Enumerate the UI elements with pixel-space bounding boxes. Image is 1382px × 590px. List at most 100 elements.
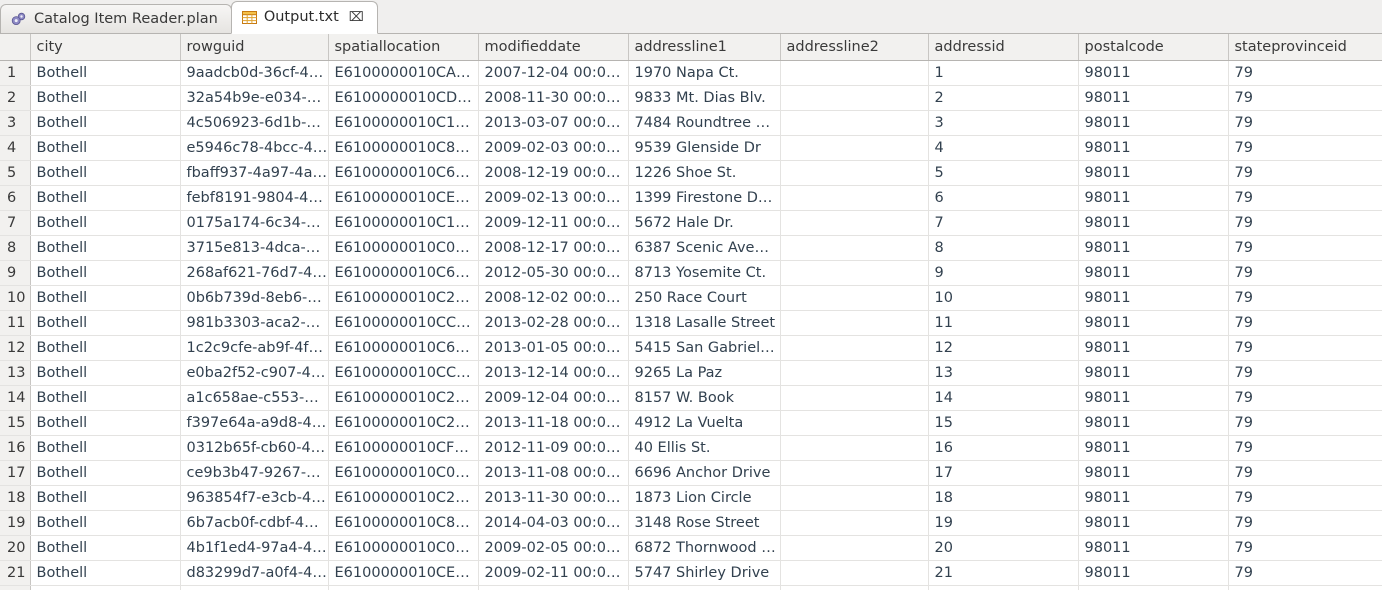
cell-rowguid[interactable]: fbaff937-4a97-4a… (180, 160, 328, 185)
cell-addressline2[interactable] (780, 285, 928, 310)
cell-stateprovinceid[interactable]: 79 (1228, 160, 1382, 185)
cell-postalcode[interactable]: 98011 (1078, 535, 1228, 560)
cell-spatiallocation[interactable]: E6100000010C03… (328, 535, 478, 560)
cell-city[interactable]: Bothell (30, 535, 180, 560)
cell-spatiallocation[interactable]: E6100000010C81… (328, 510, 478, 535)
table-row[interactable]: 12Bothell1c2c9cfe-ab9f-4f…E6100000010C6…… (0, 335, 1382, 360)
cell-addressline1[interactable]: 5672 Hale Dr. (628, 210, 780, 235)
cell-addressid[interactable]: 1 (928, 60, 1078, 85)
table-row[interactable]: 10Bothell0b6b739d-8eb6-4…E6100000010C21…… (0, 285, 1382, 310)
cell-postalcode[interactable]: 98011 (1078, 310, 1228, 335)
row-number-cell[interactable]: 4 (0, 135, 30, 160)
cell-city[interactable]: Bothell (30, 85, 180, 110)
cell-addressline1[interactable]: 1318 Lasalle Street (628, 310, 780, 335)
cell-spatiallocation[interactable]: E6100000010CE0… (328, 185, 478, 210)
cell-addressline2[interactable] (780, 60, 928, 85)
table-row[interactable]: 11Bothell981b3303-aca2-4…E6100000010CC…2… (0, 310, 1382, 335)
cell-city[interactable]: Bothell (30, 110, 180, 135)
cell-addressline2[interactable] (780, 260, 928, 285)
cell-addressline1[interactable]: 1970 Napa Ct. (628, 60, 780, 85)
table-row[interactable]: 14Bothella1c658ae-c553-4…E6100000010C21…… (0, 385, 1382, 410)
cell-spatiallocation[interactable]: E6100000010CF7… (328, 435, 478, 460)
column-header-addressline1[interactable]: addressline1 (628, 34, 780, 60)
cell-city[interactable]: Bothell (30, 485, 180, 510)
cell-addressid[interactable]: 6 (928, 185, 1078, 210)
cell-addressline1[interactable]: 8157 W. Book (628, 385, 780, 410)
cell-city[interactable]: Bothell (30, 410, 180, 435)
cell-spatiallocation[interactable]: E6100000010C03… (328, 460, 478, 485)
tab-catalog-item-reader-plan[interactable]: Catalog Item Reader.plan (0, 4, 232, 33)
cell-addressline1[interactable]: 40 Ellis St. (628, 435, 780, 460)
table-row[interactable]: 5Bothellfbaff937-4a97-4a…E6100000010C61…… (0, 160, 1382, 185)
cell-rowguid[interactable]: 6b7acb0f-cdbf-44… (180, 510, 328, 535)
cell-addressline1[interactable]: 6872 Thornwood … (628, 535, 780, 560)
cell-modifieddate[interactable]: 2013-12-14 00:0… (478, 360, 628, 385)
cell-rowguid[interactable]: 1c2c9cfe-ab9f-4f… (180, 335, 328, 360)
table-row[interactable]: 15Bothellf397e64a-a9d8-4…E6100000010C21…… (0, 410, 1382, 435)
cell-postalcode[interactable]: 98011 (1078, 285, 1228, 310)
row-number-cell[interactable]: 19 (0, 510, 30, 535)
cell-spatiallocation[interactable]: E6100000010C18… (328, 210, 478, 235)
cell-city[interactable]: Bothell (30, 460, 180, 485)
cell-stateprovinceid[interactable]: 79 (1228, 360, 1382, 385)
row-number-cell[interactable]: 11 (0, 310, 30, 335)
cell-stateprovinceid[interactable]: 79 (1228, 85, 1382, 110)
cell-postalcode[interactable]: 98011 (1078, 260, 1228, 285)
cell-addressline2[interactable] (780, 210, 928, 235)
cell-addressid[interactable]: 12 (928, 335, 1078, 360)
cell-postalcode[interactable]: 98011 (1078, 185, 1228, 210)
cell-addressline1[interactable]: 5415 San Gabriel… (628, 335, 780, 360)
cell-modifieddate[interactable]: 2009-02-13 00:0… (478, 185, 628, 210)
cell-stateprovinceid[interactable]: 79 (1228, 385, 1382, 410)
cell-city[interactable]: Bothell (30, 335, 180, 360)
cell-addressid[interactable]: 11 (928, 310, 1078, 335)
column-header-rowguid[interactable]: rowguid (180, 34, 328, 60)
cell-addressline2[interactable] (780, 485, 928, 510)
cell-addressline2[interactable] (780, 435, 928, 460)
cell-modifieddate[interactable]: 2012-11-09 00:0… (478, 435, 628, 460)
table-row[interactable]: 1Bothell9aadcb0d-36cf-4…E6100000010CA…20… (0, 60, 1382, 85)
cell-city[interactable]: Bothell (30, 560, 180, 585)
table-row[interactable]: 16Bothell0312b65f-cb60-4…E6100000010CF7…… (0, 435, 1382, 460)
column-header-city[interactable]: city (30, 34, 180, 60)
cell-addressid[interactable]: 9 (928, 260, 1078, 285)
cell-postalcode[interactable]: 98011 (1078, 110, 1228, 135)
cell-rowguid[interactable] (180, 585, 328, 590)
cell-addressline2[interactable] (780, 585, 928, 590)
cell-rowguid[interactable]: 0312b65f-cb60-4… (180, 435, 328, 460)
cell-rowguid[interactable]: e0ba2f52-c907-4… (180, 360, 328, 385)
cell-addressid[interactable]: 19 (928, 510, 1078, 535)
cell-rowguid[interactable]: a1c658ae-c553-4… (180, 385, 328, 410)
cell-stateprovinceid[interactable]: 79 (1228, 110, 1382, 135)
cell-addressid[interactable]: 20 (928, 535, 1078, 560)
cell-rowguid[interactable]: 9aadcb0d-36cf-4… (180, 60, 328, 85)
cell-postalcode[interactable]: 98011 (1078, 360, 1228, 385)
cell-city[interactable]: Bothell (30, 260, 180, 285)
row-number-cell[interactable]: 9 (0, 260, 30, 285)
cell-modifieddate[interactable]: 2013-03-07 00:0… (478, 110, 628, 135)
cell-addressline2[interactable] (780, 235, 928, 260)
cell-postalcode[interactable]: 98011 (1078, 160, 1228, 185)
cell-addressid[interactable]: 14 (928, 385, 1078, 410)
cell-addressline1[interactable]: 9539 Glenside Dr (628, 135, 780, 160)
cell-stateprovinceid[interactable]: 79 (1228, 335, 1382, 360)
cell-modifieddate[interactable]: 2014-04-03 00:0… (478, 510, 628, 535)
cell-modifieddate[interactable]: 2008-12-02 00:0… (478, 285, 628, 310)
cell-stateprovinceid[interactable]: 79 (1228, 285, 1382, 310)
cell-addressline1[interactable]: 7484 Roundtree … (628, 110, 780, 135)
cell-stateprovinceid[interactable]: 79 (1228, 435, 1382, 460)
column-header-modifieddate[interactable]: modifieddate (478, 34, 628, 60)
cell-rowguid[interactable]: 3715e813-4dca-4… (180, 235, 328, 260)
cell-modifieddate[interactable]: 2012-05-30 00:0… (478, 260, 628, 285)
cell-city[interactable]: Bothell (30, 285, 180, 310)
cell-spatiallocation[interactable]: E6100000010C21… (328, 410, 478, 435)
table-row[interactable]: 18Bothell963854f7-e3cb-4…E6100000010C21…… (0, 485, 1382, 510)
cell-addressline1[interactable]: 5747 Shirley Drive (628, 560, 780, 585)
cell-addressid[interactable]: 3 (928, 110, 1078, 135)
cell-addressid[interactable] (928, 585, 1078, 590)
cell-spatiallocation[interactable]: E6100000010C21… (328, 485, 478, 510)
row-number-cell[interactable]: 20 (0, 535, 30, 560)
cell-postalcode[interactable]: 98011 (1078, 135, 1228, 160)
cell-postalcode[interactable]: 98011 (1078, 60, 1228, 85)
cell-addressline2[interactable] (780, 135, 928, 160)
